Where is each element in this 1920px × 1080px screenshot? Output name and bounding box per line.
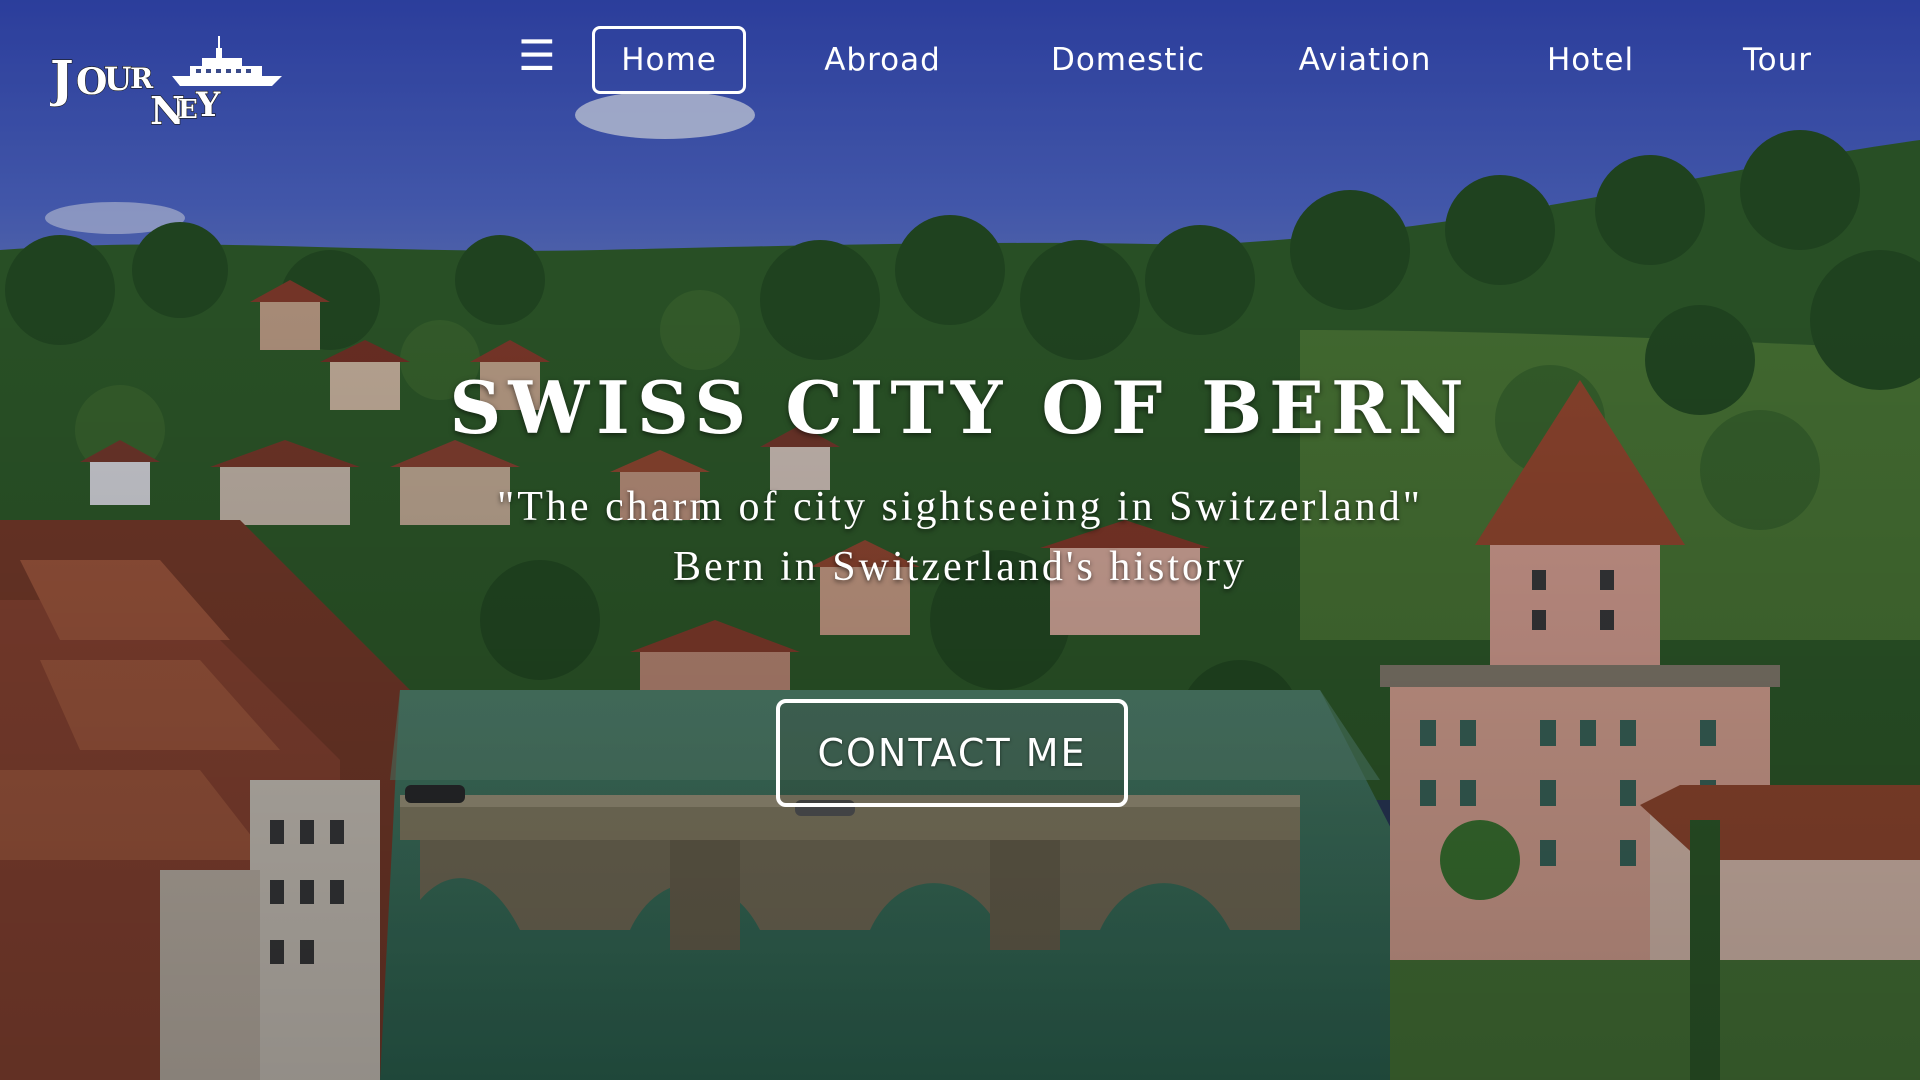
contact-me-button[interactable]: CONTACT ME <box>776 699 1128 807</box>
nav-tour[interactable]: Tour <box>1725 26 1830 94</box>
nav-aviation[interactable]: Aviation <box>1280 26 1450 94</box>
logo-graphic: J O U R N E Y <box>50 36 282 134</box>
hero-title: SWISS CITY OF BERN <box>449 365 1471 450</box>
background-photo <box>0 0 1920 1080</box>
nav-home[interactable]: Home <box>592 26 746 94</box>
svg-text:Y: Y <box>195 85 221 125</box>
journey-logo[interactable]: J O U R N E Y <box>50 28 290 143</box>
svg-text:E: E <box>178 95 198 125</box>
ship-icon <box>172 36 282 86</box>
hero-subtitle-quote: "The charm of city sightseeing in Switze… <box>497 484 1423 530</box>
nav-domestic[interactable]: Domestic <box>1038 26 1218 94</box>
svg-text:J: J <box>50 49 74 108</box>
hero-subtitle-history: Bern in Switzerland's history <box>673 544 1247 590</box>
svg-text:O: O <box>76 61 107 103</box>
nav-abroad[interactable]: Abroad <box>805 26 960 94</box>
hamburger-menu-icon[interactable]: ☰ <box>518 35 556 77</box>
svg-text:U: U <box>104 60 132 98</box>
hero-section: J O U R N E Y ☰ Home Abroad Domestic Avi… <box>0 0 1920 1080</box>
nav-hotel[interactable]: Hotel <box>1528 26 1653 94</box>
